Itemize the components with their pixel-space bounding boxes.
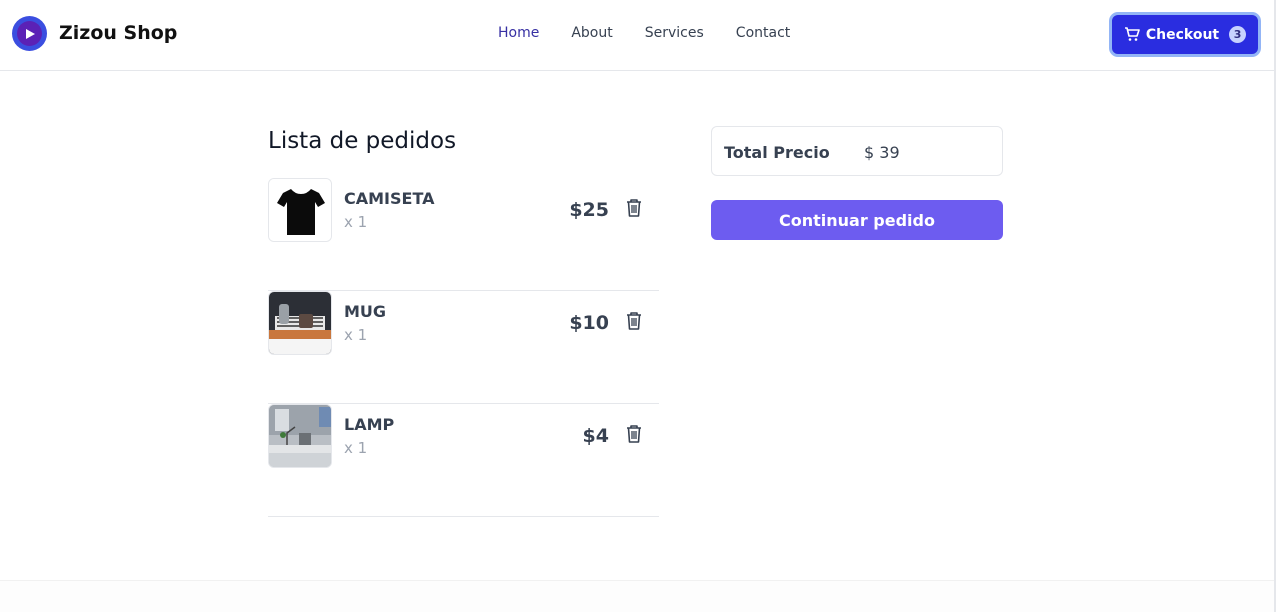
- nav-contact[interactable]: Contact: [736, 25, 790, 41]
- order-item: LAMP x 1 $4: [268, 404, 659, 517]
- item-price: $4: [582, 425, 609, 447]
- logo-icon[interactable]: [12, 16, 47, 51]
- nav-home[interactable]: Home: [498, 25, 539, 41]
- trash-icon[interactable]: [625, 311, 643, 331]
- order-list-title: Lista de pedidos: [268, 128, 457, 154]
- order-item: CAMISETA x 1 $25: [268, 178, 659, 291]
- footer: [0, 580, 1276, 612]
- item-price: $10: [569, 312, 609, 334]
- total-value: $ 39: [864, 143, 900, 162]
- trash-icon[interactable]: [625, 198, 643, 218]
- item-quantity: x 1: [344, 213, 368, 231]
- cart-icon: [1124, 27, 1140, 41]
- trash-icon[interactable]: [625, 424, 643, 444]
- nav-about[interactable]: About: [571, 25, 612, 41]
- item-name: MUG: [344, 302, 387, 321]
- item-name: LAMP: [344, 415, 395, 434]
- checkout-button[interactable]: Checkout 3: [1109, 12, 1261, 57]
- item-name: CAMISETA: [344, 189, 435, 208]
- order-item: MUG x 1 $10: [268, 291, 659, 404]
- total-price-box: Total Precio $ 39: [711, 126, 1003, 176]
- total-label: Total Precio: [724, 143, 830, 162]
- main-nav: Home About Services Contact: [498, 25, 790, 41]
- brand-name[interactable]: Zizou Shop: [59, 22, 177, 44]
- tshirt-image: [268, 178, 332, 242]
- item-quantity: x 1: [344, 326, 368, 344]
- item-quantity: x 1: [344, 439, 368, 457]
- lamp-image: [268, 404, 332, 468]
- item-price: $25: [569, 199, 609, 221]
- checkout-label: Checkout: [1145, 26, 1220, 43]
- cart-count-badge: 3: [1229, 26, 1247, 43]
- continue-order-button[interactable]: Continuar pedido: [711, 200, 1003, 240]
- nav-services[interactable]: Services: [645, 25, 704, 41]
- top-navbar: Zizou Shop Home About Services Contact C…: [0, 0, 1276, 71]
- mug-image: [268, 291, 332, 355]
